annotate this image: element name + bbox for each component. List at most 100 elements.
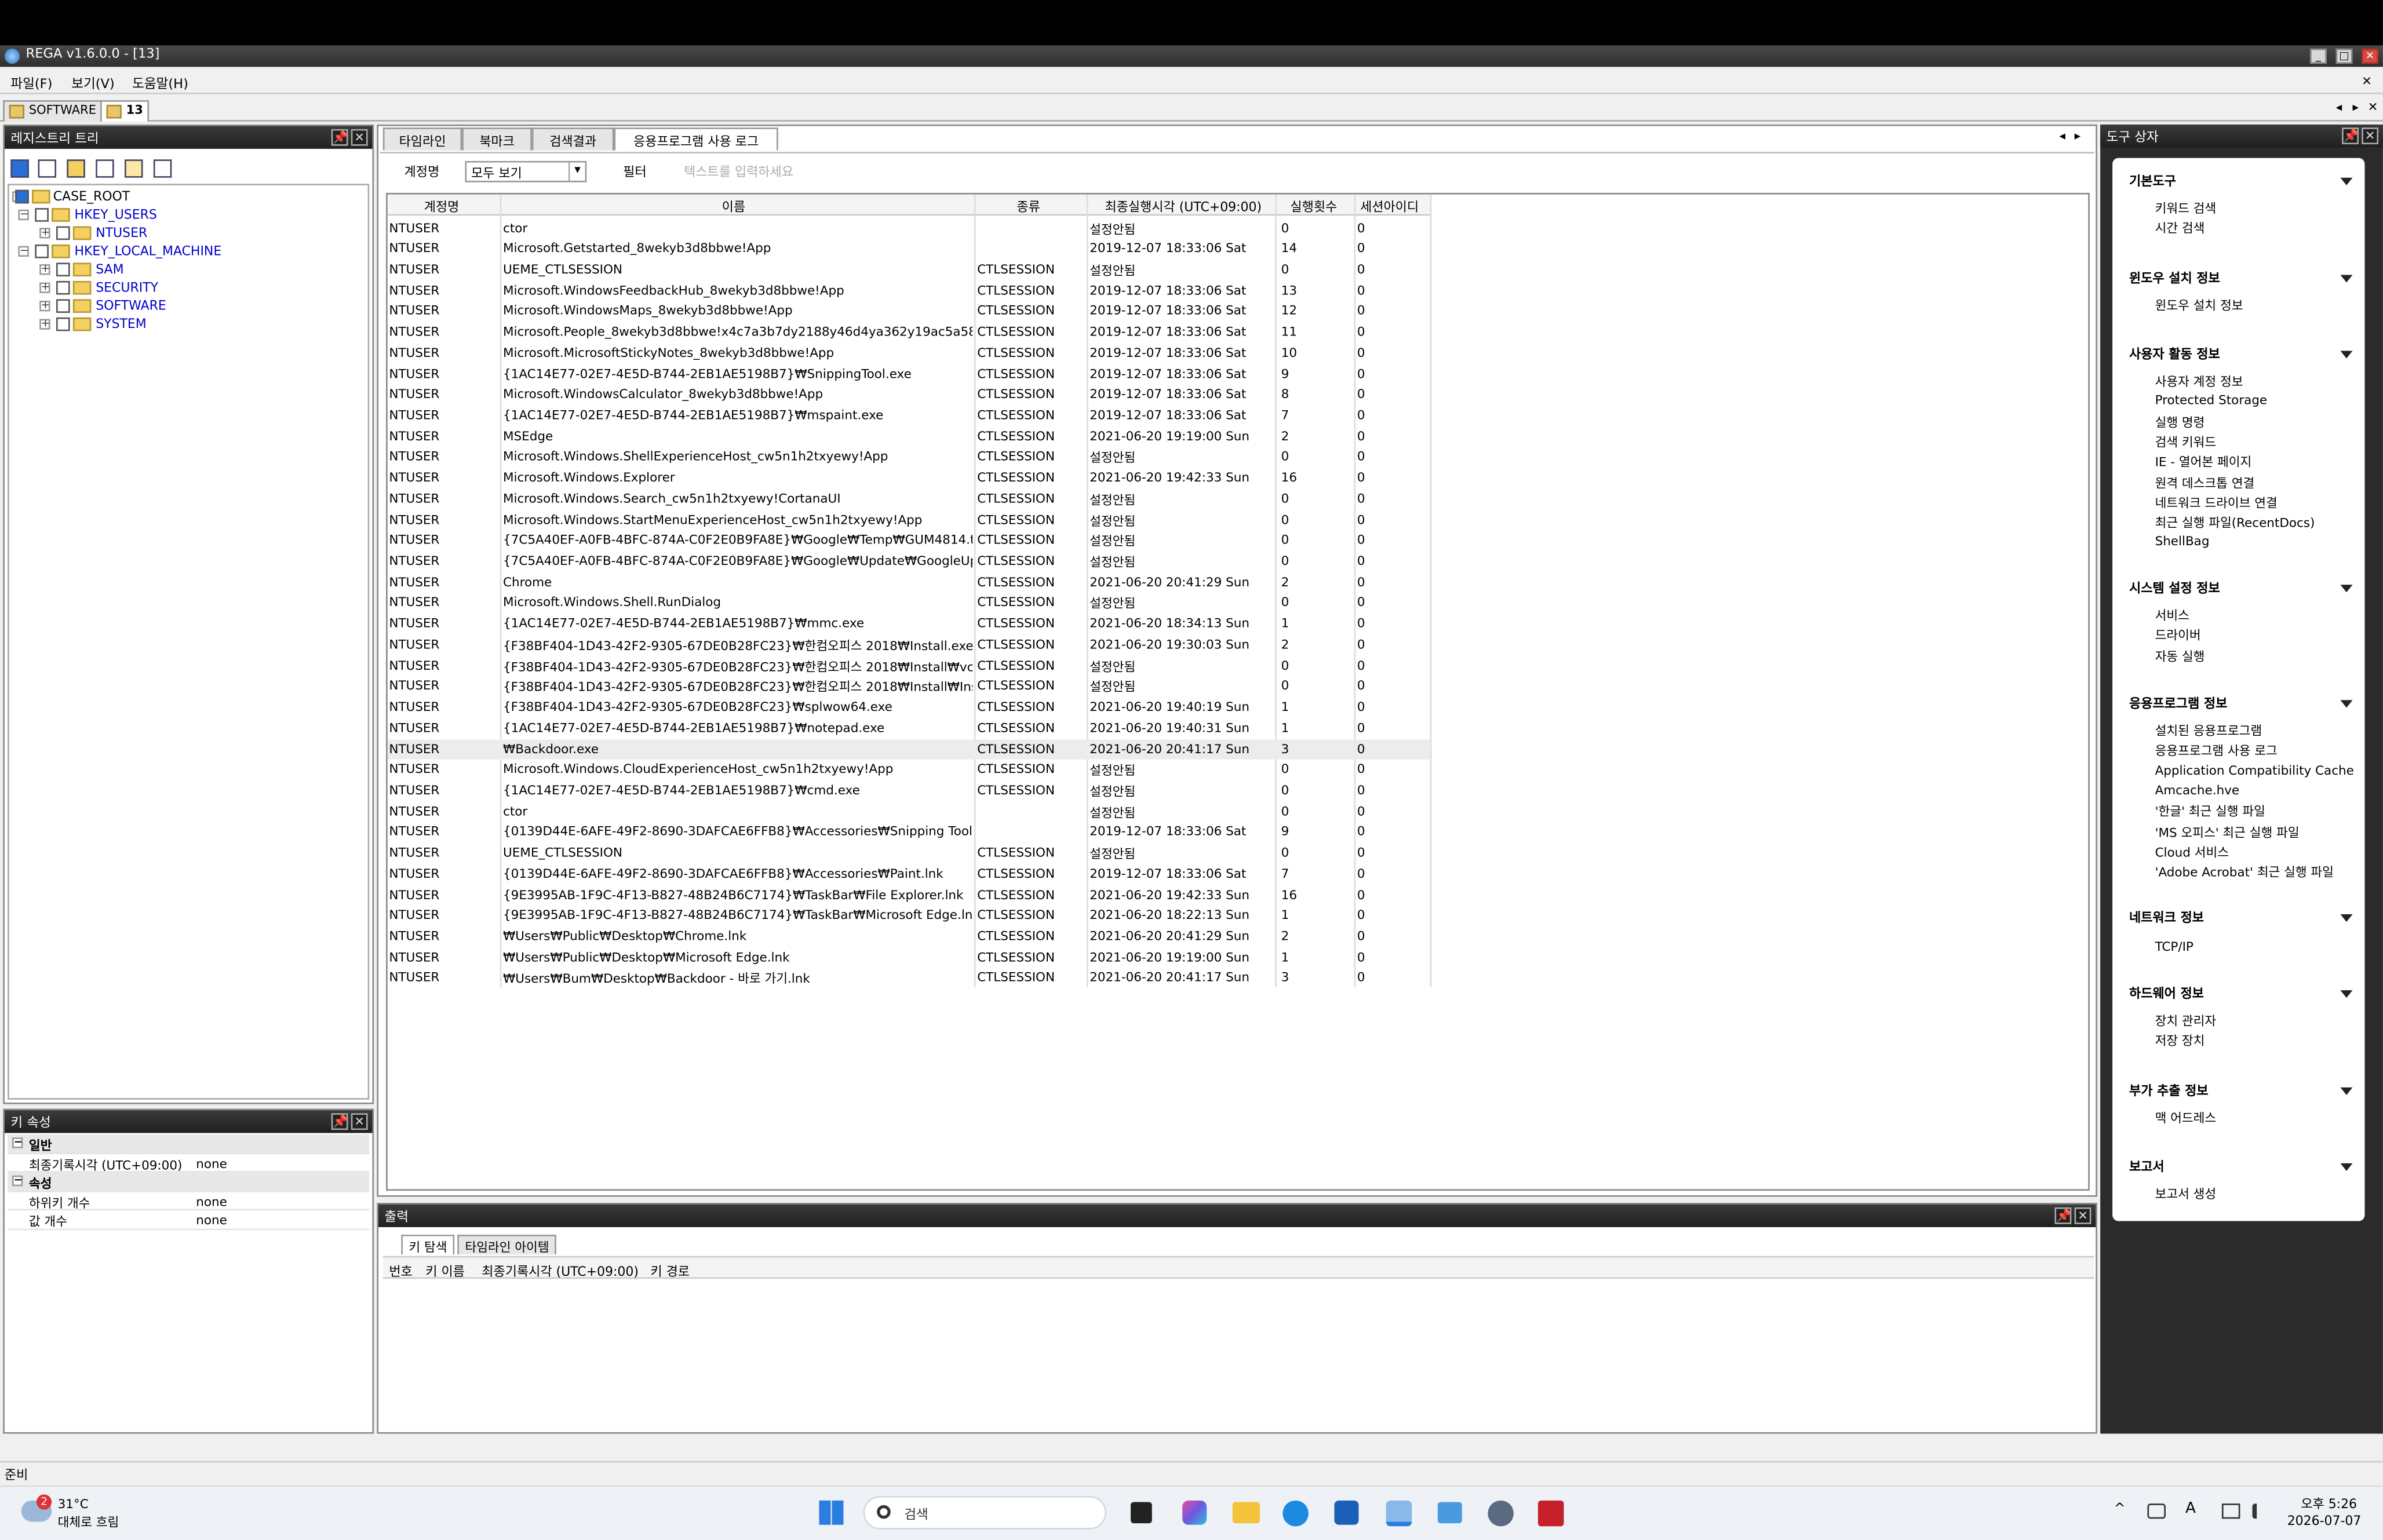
- toolbox-item[interactable]: 키워드 검색: [2155, 199, 2217, 217]
- settings-gear-icon[interactable]: [1488, 1500, 1514, 1527]
- chevron-down-icon[interactable]: [2340, 275, 2353, 283]
- remote-desktop-icon[interactable]: [1437, 1502, 1462, 1524]
- windows-start-icon[interactable]: [819, 1500, 844, 1525]
- toolbox-item[interactable]: Cloud 서비스: [2155, 842, 2229, 860]
- tab-prev-icon[interactable]: ◂: [2336, 100, 2342, 114]
- uncheck-all-icon[interactable]: [38, 159, 57, 178]
- menu-help[interactable]: 도움말(H): [132, 74, 188, 93]
- chevron-down-icon[interactable]: ▾: [568, 162, 585, 181]
- pin-icon[interactable]: 📌: [331, 129, 348, 146]
- col-last-run[interactable]: 최종실행시각 (UTC+09:00): [1105, 198, 1262, 216]
- table-row[interactable]: NTUSER ₩Backdoor.exe CTLSESSION 2021-06-20 …: [387, 739, 1430, 760]
- toolbox-item[interactable]: 드라이버: [2155, 626, 2201, 644]
- chevron-down-icon[interactable]: [2340, 1163, 2353, 1172]
- toolbox-item[interactable]: IE - 열어본 페이지: [2155, 453, 2252, 471]
- table-row[interactable]: NTUSER {F38BF404-1D43-42F2-9305-67DE0B28F…: [388, 676, 1430, 697]
- table-row[interactable]: NTUSER Microsoft.Windows.Search_cw5n1h2tx…: [388, 489, 1430, 510]
- collapse-icon[interactable]: −: [18, 245, 29, 257]
- table-row[interactable]: NTUSER ₩Users₩Public₩Desktop₩Microsoft Ed…: [388, 947, 1430, 968]
- table-row[interactable]: NTUSER Microsoft.WindowsCalculator_8wekyb…: [388, 385, 1430, 406]
- expand-icon[interactable]: +: [39, 264, 50, 275]
- checkbox-icon[interactable]: [35, 208, 49, 222]
- toolbox-item[interactable]: Amcache.hve: [2155, 782, 2240, 797]
- table-row[interactable]: NTUSER ctor 설정안됨 0 0: [388, 801, 1430, 822]
- tab-key-explore[interactable]: 키 탐색: [401, 1235, 455, 1255]
- tab-close-icon[interactable]: ✕: [2368, 100, 2378, 114]
- content-prev-icon[interactable]: ◂: [2059, 129, 2065, 143]
- pin-icon[interactable]: 📌: [2342, 127, 2359, 145]
- col-key-name[interactable]: 키 이름: [425, 1262, 465, 1280]
- tray-expand-icon[interactable]: ^: [2114, 1502, 2126, 1517]
- section-general[interactable]: − 일반: [8, 1134, 370, 1154]
- expand-icon[interactable]: +: [39, 227, 50, 239]
- checkbox-icon[interactable]: [56, 280, 70, 295]
- table-row[interactable]: NTUSER Microsoft.Windows.Explorer CTLSESSI…: [388, 468, 1430, 489]
- toolbox-section-title[interactable]: 기본도구: [2129, 171, 2176, 189]
- toolbox-section-title[interactable]: 부가 추출 정보: [2129, 1081, 2209, 1099]
- chevron-down-icon[interactable]: [2340, 1087, 2353, 1095]
- toolbox-section-title[interactable]: 네트워크 정보: [2129, 908, 2204, 926]
- toolbox-item[interactable]: ShellBag: [2155, 534, 2210, 549]
- table-row[interactable]: NTUSER {1AC14E77-02E7-4E5D-B744-2EB1AE519…: [388, 406, 1430, 426]
- weather-desc[interactable]: 대체로 흐림: [58, 1513, 119, 1531]
- open-folder-icon[interactable]: [67, 159, 85, 178]
- toolbox-section-title[interactable]: 시스템 설정 정보: [2129, 579, 2220, 597]
- col-type[interactable]: 종류: [1016, 198, 1040, 216]
- mdi-close-icon[interactable]: ✕: [2362, 74, 2372, 88]
- toolbox-section-title[interactable]: 윈도우 설치 정보: [2129, 269, 2220, 287]
- pin-icon[interactable]: 📌: [331, 1113, 348, 1130]
- weather-temp[interactable]: 31°C: [58, 1496, 89, 1511]
- chevron-down-icon[interactable]: [2340, 177, 2353, 185]
- table-row[interactable]: NTUSER {F38BF404-1D43-42F2-9305-67DE0B28F…: [388, 655, 1430, 676]
- table-row[interactable]: NTUSER {1AC14E77-02E7-4E5D-B744-2EB1AE519…: [388, 780, 1430, 801]
- toolbox-item[interactable]: 응용프로그램 사용 로그: [2155, 742, 2278, 760]
- toolbox-item[interactable]: 서비스: [2155, 606, 2189, 624]
- rega-app-icon[interactable]: [1386, 1500, 1412, 1527]
- toolbox-item[interactable]: Protected Storage: [2155, 392, 2268, 407]
- menu-view[interactable]: 보기(V): [71, 74, 114, 93]
- close-icon[interactable]: ✕: [351, 1113, 368, 1130]
- edit-icon[interactable]: [125, 159, 143, 178]
- col-name[interactable]: 이름: [722, 198, 745, 216]
- table-row[interactable]: NTUSER ₩Users₩Bum₩Desktop₩Backdoor - 바로 가…: [388, 968, 1430, 989]
- toolbox-item[interactable]: 'MS 오피스' 최근 실행 파일: [2155, 822, 2300, 840]
- toolbox-item[interactable]: 사용자 계정 정보: [2155, 372, 2243, 390]
- filter-input[interactable]: 텍스트를 입력하세요: [684, 162, 793, 180]
- toolbox-section-title[interactable]: 응용프로그램 정보: [2129, 694, 2227, 712]
- col-key-path[interactable]: 키 경로: [650, 1262, 690, 1280]
- expand-icon[interactable]: +: [39, 318, 50, 330]
- table-row[interactable]: NTUSER Microsoft.WindowsFeedbackHub_8weky…: [388, 280, 1430, 301]
- table-row[interactable]: NTUSER Microsoft.Windows.CloudExperienceH…: [388, 760, 1430, 780]
- display-icon[interactable]: [2221, 1503, 2240, 1519]
- table-row[interactable]: NTUSER {F38BF404-1D43-42F2-9305-67DE0B28F…: [388, 697, 1430, 718]
- checkbox-icon[interactable]: [56, 317, 70, 331]
- close-icon[interactable]: ✕: [2074, 1207, 2091, 1224]
- col-account[interactable]: 계정명: [424, 198, 460, 216]
- menu-file[interactable]: 파일(F): [10, 74, 52, 93]
- checkbox-icon[interactable]: [56, 226, 70, 240]
- table-row[interactable]: NTUSER {1AC14E77-02E7-4E5D-B744-2EB1AE519…: [388, 718, 1430, 739]
- tab-search-results[interactable]: 검색결과: [531, 127, 614, 151]
- table-row[interactable]: NTUSER Microsoft.Windows.ShellExperienceH…: [388, 447, 1430, 468]
- table-row[interactable]: NTUSER Microsoft.MicrosoftStickyNotes_8we…: [388, 343, 1430, 364]
- content-next-icon[interactable]: ▸: [2075, 129, 2081, 143]
- toolbox-item[interactable]: 맥 어드레스: [2155, 1109, 2217, 1127]
- close-icon[interactable]: ✕: [2362, 127, 2379, 145]
- copilot-icon[interactable]: [1182, 1500, 1207, 1525]
- calendar-icon[interactable]: [153, 159, 172, 178]
- table-row[interactable]: NTUSER UEME_CTLSESSION CTLSESSION 설정안됨 0 0: [388, 843, 1430, 864]
- file-explorer-icon[interactable]: [1232, 1502, 1260, 1524]
- table-row[interactable]: NTUSER ₩Users₩Public₩Desktop₩Chrome.lnk CT…: [388, 926, 1430, 947]
- tab-timeline[interactable]: 타임라인: [382, 127, 462, 151]
- col-number[interactable]: 번호: [389, 1262, 412, 1280]
- table-row[interactable]: NTUSER {1AC14E77-02E7-4E5D-B744-2EB1AE519…: [388, 364, 1430, 385]
- table-row[interactable]: NTUSER {9E3995AB-1F9C-4F13-B827-48B24B6C7…: [388, 906, 1430, 926]
- account-select[interactable]: 모두 보기 ▾: [465, 160, 587, 183]
- checkbox-icon[interactable]: [35, 244, 49, 258]
- table-row[interactable]: NTUSER Microsoft.People_8wekyb3d8bbwe!x4c…: [388, 322, 1430, 343]
- toolbox-section-title[interactable]: 하드웨어 정보: [2129, 984, 2204, 1002]
- table-row[interactable]: NTUSER UEME_CTLSESSION CTLSESSION 설정안됨 0 0: [388, 260, 1430, 280]
- table-row[interactable]: NTUSER Microsoft.Windows.StartMenuExperie…: [388, 510, 1430, 531]
- tab-app-usage-log[interactable]: 응용프로그램 사용 로그: [614, 127, 778, 151]
- tab-timeline-item[interactable]: 타임라인 아이템: [457, 1235, 557, 1255]
